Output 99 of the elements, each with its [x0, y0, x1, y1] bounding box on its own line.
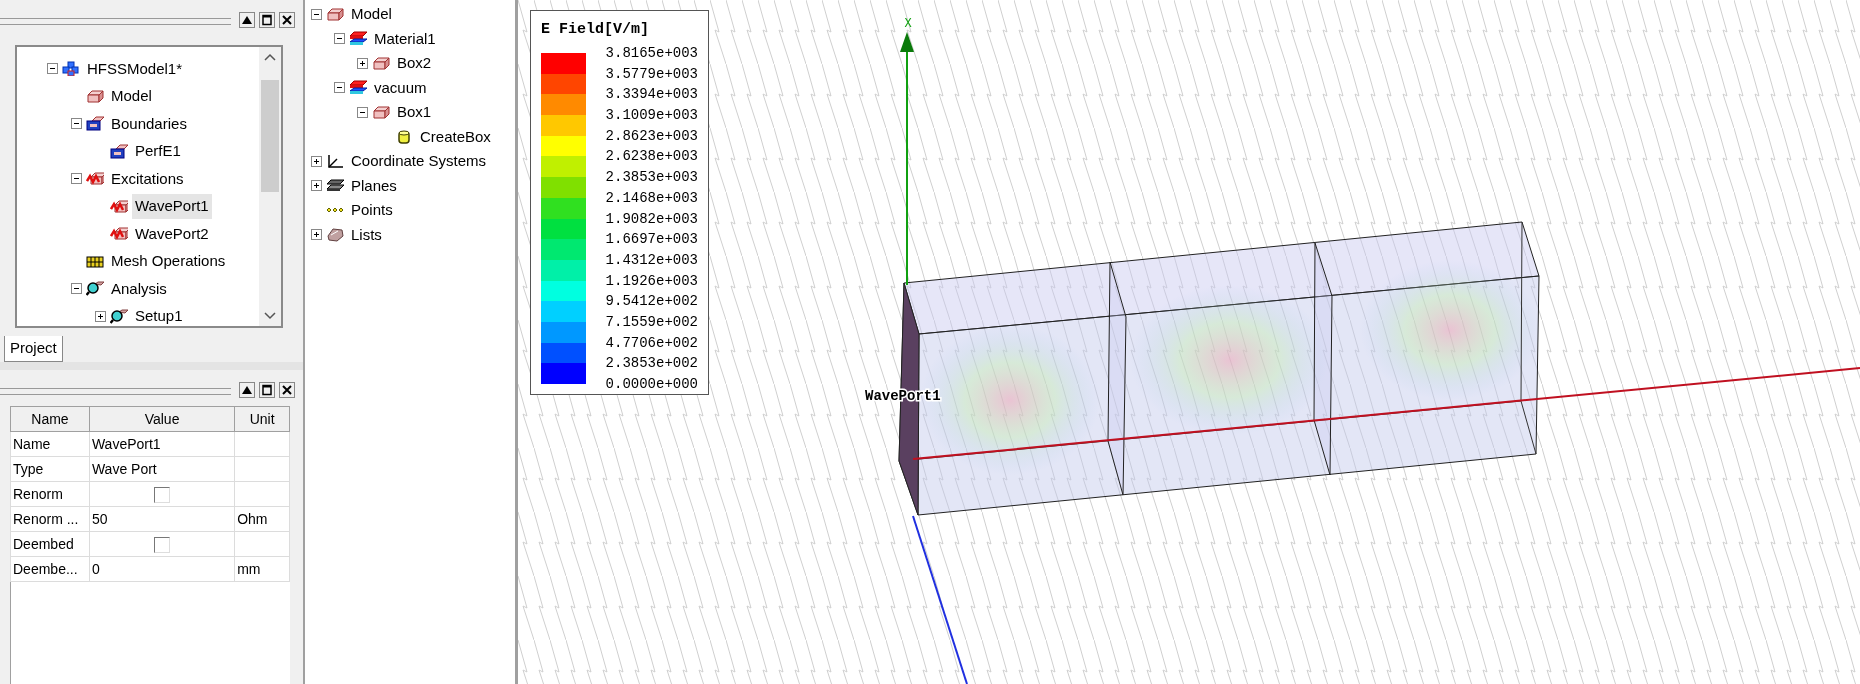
brick-icon — [372, 104, 390, 120]
cubes-icon — [62, 61, 80, 77]
property-name: Deembed — [10, 531, 90, 557]
tree-item[interactable]: Material1 — [371, 26, 439, 51]
tree-item[interactable]: Box1 — [394, 100, 435, 125]
legend-value: 7.1559e+002 — [604, 312, 698, 332]
property-value[interactable]: 50 — [89, 506, 235, 532]
tree-item[interactable]: vacuum — [371, 75, 430, 100]
planes-icon — [326, 178, 344, 194]
cylinder-icon — [395, 129, 413, 145]
minimize-icon[interactable] — [239, 382, 255, 398]
tree-item[interactable]: Model — [108, 84, 155, 109]
tree-item[interactable]: Points — [348, 198, 396, 223]
material-icon — [349, 31, 367, 47]
legend-value: 0.0000e+000 — [604, 375, 698, 394]
property-name: Type — [10, 456, 90, 482]
property-unit: Ohm — [234, 506, 290, 532]
tree-item[interactable]: WavePort2 — [132, 221, 212, 246]
collapse-icon[interactable] — [311, 8, 322, 20]
tree-item[interactable]: CreateBox — [417, 124, 494, 149]
property-name: Renorm — [10, 481, 90, 507]
brick-icon — [326, 6, 344, 22]
legend-value: 2.3853e+003 — [604, 168, 698, 188]
legend-value: 2.3853e+002 — [604, 354, 698, 374]
tree-item[interactable]: Planes — [348, 173, 400, 198]
title-bar-grip[interactable] — [0, 18, 231, 25]
expand-icon[interactable] — [311, 180, 322, 192]
close-icon[interactable] — [279, 382, 295, 398]
title-bar-grip[interactable] — [0, 388, 231, 395]
magnifier-icon — [110, 308, 128, 324]
legend-value: 1.1926e+003 — [604, 271, 698, 291]
legend-value: 9.5412e+002 — [604, 292, 698, 312]
expand-icon[interactable] — [357, 57, 368, 69]
legend-value: 1.6697e+003 — [604, 230, 698, 250]
tree-item[interactable]: Setup1 — [132, 304, 186, 326]
tree-item[interactable]: Excitations — [108, 166, 187, 191]
property-name: Deembe... — [10, 556, 90, 582]
legend-value: 2.1468e+003 — [604, 188, 698, 208]
axis-label: X — [904, 17, 912, 31]
brick-icon — [86, 88, 104, 104]
legend-title: E Field[V/m] — [541, 20, 651, 40]
maximize-icon[interactable] — [259, 12, 275, 28]
boundary-icon — [110, 143, 128, 159]
brick-icon — [372, 55, 390, 71]
collapse-icon[interactable] — [334, 33, 345, 45]
tree-item[interactable]: WavePort1 — [132, 194, 212, 219]
expand-icon[interactable] — [311, 229, 322, 241]
property-name: Renorm ... — [10, 506, 90, 532]
collapse-icon[interactable] — [71, 173, 82, 185]
scrollbar[interactable] — [259, 47, 281, 326]
legend-value: 3.3394e+003 — [604, 85, 698, 105]
maximize-icon[interactable] — [259, 382, 275, 398]
column-header[interactable]: Value — [89, 406, 235, 432]
property-value[interactable]: 0 — [89, 556, 235, 582]
legend-value: 1.9082e+003 — [604, 209, 698, 229]
column-header[interactable]: Unit — [234, 406, 290, 432]
excitation-icon — [110, 226, 128, 242]
legend-value: 3.1009e+003 — [604, 106, 698, 126]
checkbox[interactable] — [154, 536, 171, 553]
collapse-icon[interactable] — [357, 106, 368, 118]
stone-icon — [326, 227, 344, 243]
minimize-icon[interactable] — [239, 12, 255, 28]
mesh-icon — [86, 253, 104, 269]
tree-item[interactable]: Lists — [348, 222, 385, 247]
tree-item[interactable]: Boundaries — [108, 111, 190, 136]
tree-item[interactable]: Analysis — [108, 276, 170, 301]
excitation-icon — [110, 198, 128, 214]
collapse-icon[interactable] — [71, 118, 82, 130]
expand-icon[interactable] — [95, 310, 106, 322]
magnifier-icon — [86, 281, 104, 297]
column-header[interactable]: Name — [10, 406, 90, 432]
tree-item[interactable]: Box2 — [394, 51, 435, 76]
tree-item[interactable]: Mesh Operations — [108, 249, 229, 274]
material-icon — [349, 80, 367, 96]
close-icon[interactable] — [279, 12, 295, 28]
excitation-icon — [86, 171, 104, 187]
tree-item[interactable]: Model — [348, 2, 395, 27]
checkbox[interactable] — [154, 486, 171, 503]
property-value[interactable]: WavePort1 — [89, 431, 235, 457]
legend-value: 2.8623e+003 — [604, 126, 698, 146]
tree-item[interactable]: PerfE1 — [132, 139, 184, 164]
expand-icon[interactable] — [311, 155, 322, 167]
collapse-icon[interactable] — [71, 283, 82, 295]
panel-tab[interactable]: Project — [4, 336, 63, 362]
boundary-icon — [86, 116, 104, 132]
legend-value: 3.8165e+003 — [604, 44, 698, 63]
property-unit: mm — [234, 556, 290, 582]
scroll-thumb[interactable] — [261, 80, 279, 192]
axes-icon — [326, 153, 344, 169]
legend-value: 2.6238e+003 — [604, 147, 698, 167]
tree-item[interactable]: Coordinate Systems — [348, 149, 490, 174]
collapse-icon[interactable] — [47, 63, 58, 75]
collapse-icon[interactable] — [334, 82, 345, 94]
legend-value: 4.7706e+002 — [604, 333, 698, 353]
legend-value: 1.4312e+003 — [604, 250, 698, 270]
legend-value: 3.5779e+003 — [604, 64, 698, 84]
tree-item[interactable]: HFSSModel1* — [84, 56, 186, 81]
property-value[interactable]: Wave Port — [89, 456, 235, 482]
property-name: Name — [10, 431, 90, 457]
